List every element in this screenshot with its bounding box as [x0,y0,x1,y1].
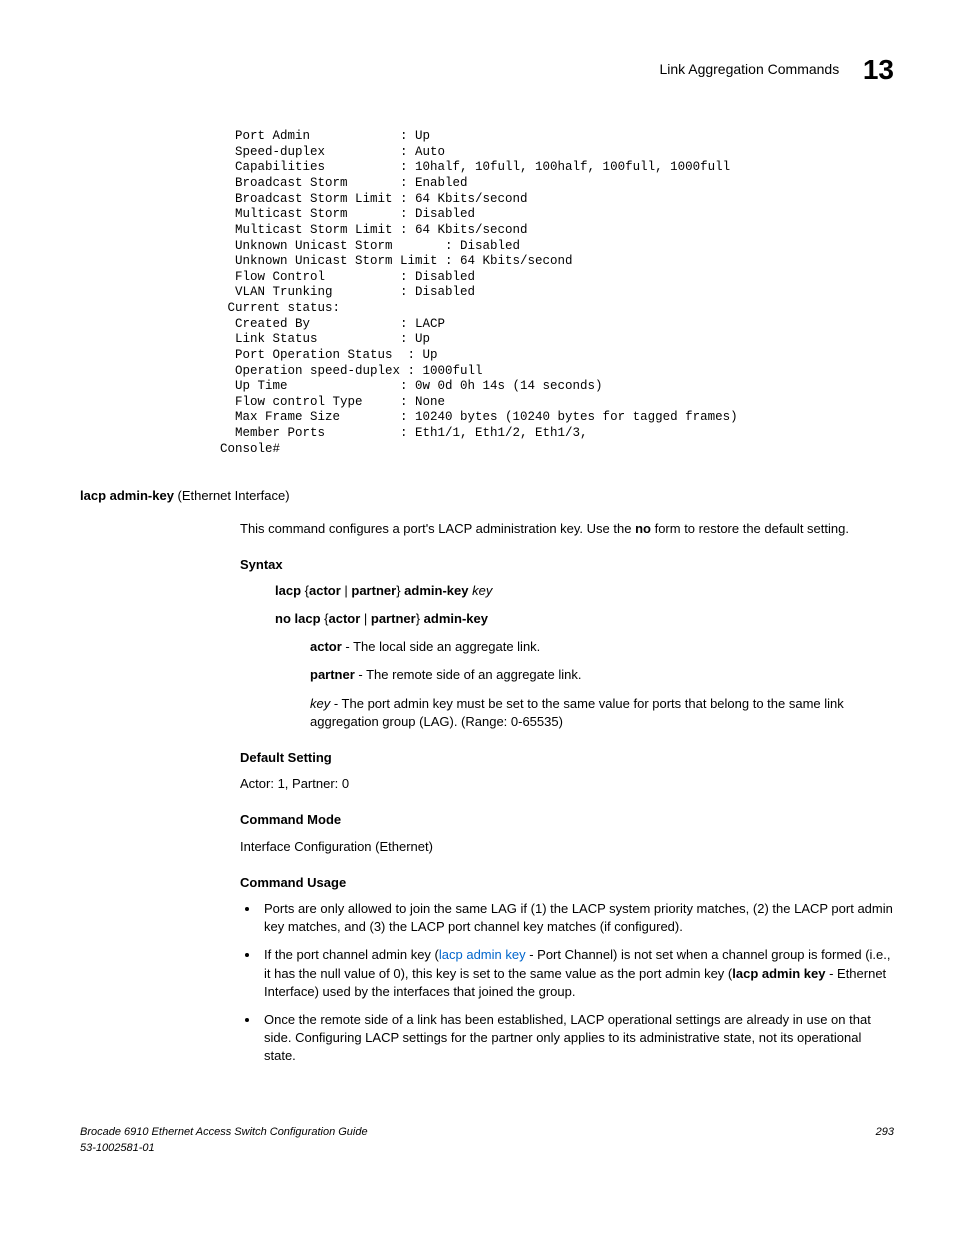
page-footer: Brocade 6910 Ethernet Access Switch Conf… [80,1125,894,1156]
param-actor: actor - The local side an aggregate link… [310,638,894,656]
footer-left: Brocade 6910 Ethernet Access Switch Conf… [80,1125,368,1156]
syntax-line-1: lacp {actor | partner} admin-key key [275,582,894,600]
syntax-heading: Syntax [240,556,894,574]
command-description: This command configures a port's LACP ad… [240,520,894,538]
usage-list: Ports are only allowed to join the same … [240,900,894,1066]
command-heading: lacp admin-key (Ethernet Interface) [80,487,894,505]
mode-heading: Command Mode [240,811,894,829]
lacp-admin-key-link[interactable]: lacp admin key [439,947,526,962]
chapter-number: 13 [863,50,894,89]
usage-item-3: Once the remote side of a link has been … [260,1011,894,1066]
default-text: Actor: 1, Partner: 0 [240,775,894,793]
page-header: Link Aggregation Commands 13 [80,50,894,89]
page-number: 293 [876,1125,894,1156]
usage-item-2: If the port channel admin key (lacp admi… [260,946,894,1001]
header-title: Link Aggregation Commands [659,60,839,80]
usage-item-1: Ports are only allowed to join the same … [260,900,894,936]
command-context: (Ethernet Interface) [174,488,290,503]
command-name: lacp admin-key [80,488,174,503]
default-heading: Default Setting [240,749,894,767]
usage-heading: Command Usage [240,874,894,892]
mode-text: Interface Configuration (Ethernet) [240,838,894,856]
param-partner: partner - The remote side of an aggregat… [310,666,894,684]
console-output: Port Admin : Up Speed-duplex : Auto Capa… [220,129,894,457]
param-key: key - The port admin key must be set to … [310,695,894,731]
syntax-line-2: no lacp {actor | partner} admin-key [275,610,894,628]
